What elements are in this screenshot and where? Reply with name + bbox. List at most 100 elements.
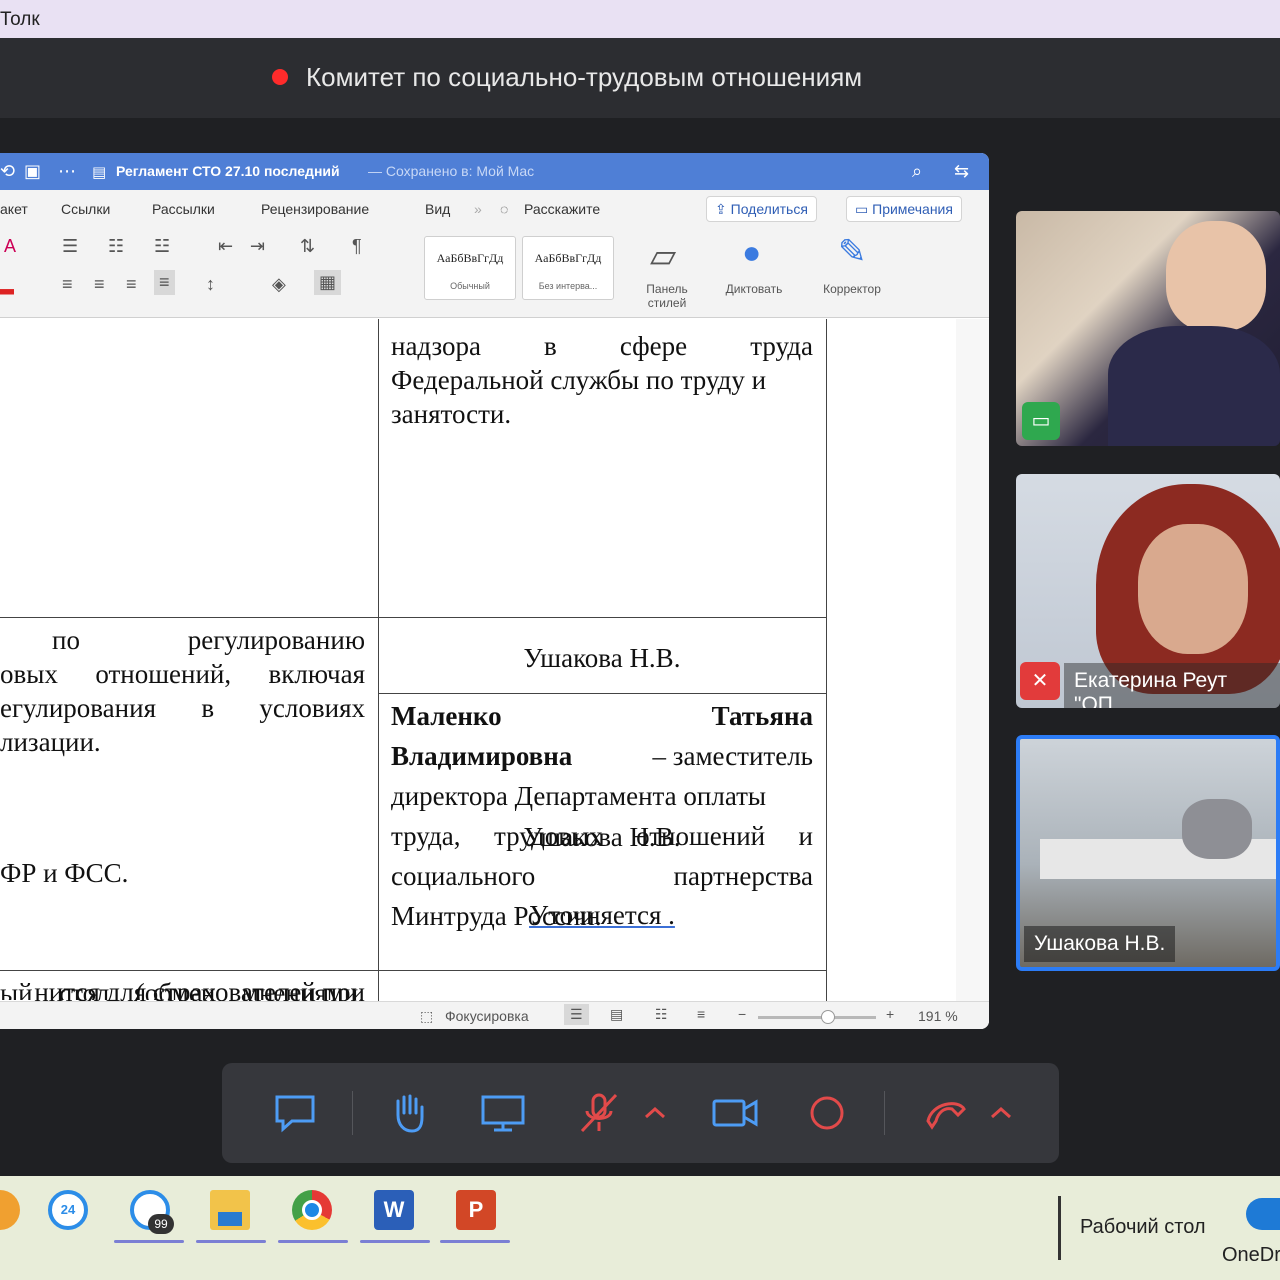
paragraph-marks-icon[interactable]: ¶	[352, 236, 362, 257]
tab-layout[interactable]: акет	[0, 201, 28, 217]
participant-tile[interactable]: ✕ Екатерина Реут "ОП	[1016, 474, 1280, 708]
tab-view[interactable]: Вид	[425, 201, 450, 217]
chrome-icon[interactable]	[292, 1190, 332, 1230]
comments-button[interactable]: ▭ Примечания	[846, 196, 962, 222]
tell-me-search[interactable]: Расскажите	[524, 201, 600, 217]
zoom-slider-thumb[interactable]	[821, 1010, 835, 1024]
undo-icon[interactable]: ⟲	[0, 161, 15, 182]
chevron-up-icon[interactable]	[986, 1091, 1016, 1135]
bitrix24-messenger-icon[interactable]: 99	[130, 1190, 174, 1234]
document-icon: ▤	[92, 164, 107, 181]
draft-view-icon[interactable]: ≡	[697, 1006, 705, 1022]
align-left-icon[interactable]: ≡	[62, 274, 73, 295]
cell-text: директора Департамента оплаты	[391, 781, 767, 811]
table-column-divider	[378, 319, 379, 1001]
zoom-out-icon[interactable]: −	[738, 1006, 746, 1022]
zoom-level[interactable]: 191 %	[918, 1008, 958, 1024]
file-explorer-icon[interactable]	[210, 1190, 250, 1230]
table-row-divider	[0, 617, 827, 618]
active-app-indicator	[278, 1240, 348, 1243]
desktop-toolbar-label[interactable]: Рабочий стол	[1080, 1216, 1206, 1239]
multilevel-list-icon[interactable]: ☳	[154, 236, 170, 257]
share-screen-icon[interactable]: ⇆	[954, 161, 969, 182]
share-button[interactable]: ⇪ Поделиться	[706, 196, 817, 222]
cell-text: Федеральной службы по труду и	[391, 365, 767, 395]
align-right-icon[interactable]: ≡	[126, 274, 137, 295]
shading-icon[interactable]: ◈	[272, 274, 286, 295]
onedrive-icon[interactable]	[1246, 1198, 1280, 1230]
dictate-label[interactable]: Диктовать	[716, 282, 792, 296]
vertical-scrollbar[interactable]	[956, 319, 989, 1001]
app-orange-icon[interactable]	[0, 1190, 20, 1230]
participant-name: Екатерина Реут "ОП	[1064, 663, 1280, 708]
participant-video-person	[1182, 799, 1252, 859]
chevron-up-icon[interactable]	[640, 1091, 670, 1135]
text-effects-icon[interactable]: A	[4, 236, 16, 257]
more-icon[interactable]: ⋯	[58, 161, 76, 182]
chevron-right-icon: »	[474, 201, 482, 217]
tab-mailings[interactable]: Рассылки	[152, 201, 215, 217]
speaker-name: Ушакова Н.В.	[523, 643, 681, 673]
save-icon[interactable]: ▣	[24, 161, 41, 182]
participant-tile[interactable]: ▭	[1016, 211, 1280, 446]
chat-icon[interactable]	[272, 1091, 318, 1135]
justify-icon[interactable]: ≡	[154, 270, 175, 295]
lightbulb-icon: ◌	[500, 201, 509, 217]
cell-text: овых отношений, включая	[0, 659, 365, 689]
tab-review[interactable]: Рецензирование	[261, 201, 369, 217]
word-app-icon[interactable]: W	[374, 1190, 414, 1230]
font-color-icon[interactable]: ▂	[0, 274, 14, 295]
cell-text: – заместитель	[652, 741, 813, 771]
speaker-name-row3: Ушакова Н.В.	[523, 822, 681, 852]
web-layout-icon[interactable]: ▤	[610, 1006, 623, 1023]
outline-view-icon[interactable]: ☷	[655, 1006, 668, 1023]
borders-icon[interactable]: ▦	[314, 270, 342, 295]
style-no-spacing[interactable]: АаБбВвГгДд Без интерва...	[522, 236, 614, 300]
cell-text: по регулированию	[52, 625, 365, 655]
cell-text: социального партнерства	[391, 861, 813, 891]
raise-hand-icon[interactable]	[386, 1091, 432, 1135]
focus-icon[interactable]: ⬚	[420, 1008, 433, 1025]
table-row-divider	[0, 970, 827, 971]
meeting-title: Комитет по социально-трудовым отношениям	[306, 62, 863, 92]
microphone-icon[interactable]: ●	[742, 234, 761, 271]
active-app-indicator	[114, 1240, 184, 1243]
onedrive-label[interactable]: OneDr	[1222, 1244, 1280, 1267]
microphone-muted-icon[interactable]	[576, 1091, 622, 1135]
hang-up-icon[interactable]	[922, 1091, 968, 1135]
cell-text: занятости.	[391, 399, 512, 429]
line-spacing-icon[interactable]: ↕	[206, 274, 215, 295]
share-screen-icon[interactable]	[480, 1091, 526, 1135]
zoom-slider-track[interactable]	[758, 1016, 876, 1019]
numbering-icon[interactable]: ☷	[108, 236, 124, 257]
tab-references[interactable]: Ссылки	[61, 201, 110, 217]
bullets-icon[interactable]: ☰	[62, 236, 78, 257]
print-layout-icon[interactable]: ☰	[564, 1004, 589, 1025]
sort-icon[interactable]: ⇅	[300, 236, 315, 257]
participant-tile-active[interactable]: Ушакова Н.В.	[1016, 735, 1280, 971]
app-title-bar: Толк	[0, 0, 1280, 38]
camera-icon[interactable]	[712, 1091, 758, 1135]
zoom-in-icon[interactable]: +	[886, 1006, 894, 1022]
increase-indent-icon[interactable]: ⇥	[250, 236, 265, 257]
cell-text: егулирования в условиях	[0, 693, 365, 723]
note-text: Уточняется .	[529, 900, 675, 930]
word-status-bar: ⬚ Фокусировка ☰ ▤ ☷ ≡ − + 191 %	[0, 1001, 989, 1029]
bitrix24-icon[interactable]: 24	[48, 1190, 88, 1230]
editor-label[interactable]: Корректор	[812, 282, 892, 296]
styles-pane-label[interactable]: Панель стилей	[640, 282, 694, 310]
styles-pane-icon[interactable]: ▱	[650, 236, 676, 276]
meeting-header: Комитет по социально-трудовым отношениям	[0, 38, 1280, 118]
focus-mode-label[interactable]: Фокусировка	[445, 1008, 529, 1024]
cell-text: ФР и ФСС.	[0, 858, 129, 888]
decrease-indent-icon[interactable]: ⇤	[218, 236, 233, 257]
editor-pen-icon[interactable]: ✎	[838, 232, 867, 272]
record-icon[interactable]	[804, 1091, 850, 1135]
windows-taskbar: 24 99 W P Рабочий стол OneDr	[0, 1176, 1280, 1280]
taskbar-divider	[1058, 1196, 1061, 1260]
style-normal[interactable]: АаБбВвГгДд Обычный	[424, 236, 516, 300]
cell-text: ый стол (обмен мнениями,	[0, 978, 365, 1000]
powerpoint-app-icon[interactable]: P	[456, 1190, 496, 1230]
search-icon[interactable]: ⌕	[912, 161, 922, 182]
align-center-icon[interactable]: ≡	[94, 274, 105, 295]
